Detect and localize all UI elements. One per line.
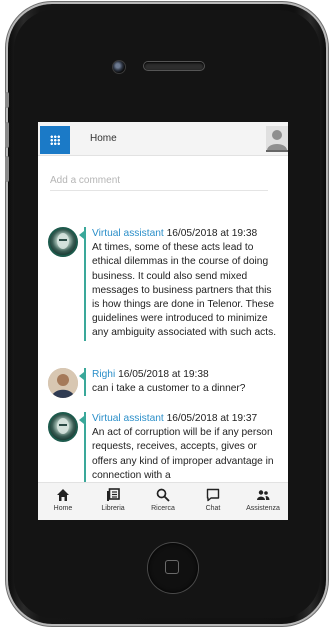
profile-avatar[interactable] <box>266 126 288 152</box>
robot-face-icon <box>57 418 69 434</box>
message-timestamp: 16/05/2018 at 19:38 <box>118 369 209 380</box>
tab-chat[interactable]: Chat <box>188 483 238 520</box>
message-text: can i take a customer to a dinner? <box>92 383 246 395</box>
library-icon <box>107 488 120 501</box>
virtual-assistant-avatar <box>48 227 78 257</box>
tab-label: Ricerca <box>151 505 175 512</box>
chat-icon <box>206 488 220 502</box>
person-icon <box>267 130 287 150</box>
message-bubble: Righi 16/05/2018 at 19:38 can i take a c… <box>79 368 278 397</box>
app-screen: Home Virtual assistant 16/05/2018 at 19:… <box>38 122 288 520</box>
volume-down-button <box>5 156 9 182</box>
user-avatar <box>48 368 78 398</box>
home-square-icon <box>165 560 179 574</box>
volume-up-button <box>5 122 9 148</box>
comment-input[interactable] <box>50 170 268 191</box>
app-header: Home <box>38 122 288 156</box>
earpiece-speaker <box>144 62 204 70</box>
message-timestamp: 16/05/2018 at 19:38 <box>166 228 258 239</box>
message-bubble: Virtual assistant 16/05/2018 at 19:38 At… <box>79 227 278 341</box>
message-text: An act of corruption will be if any pers… <box>92 427 274 481</box>
user-photo-icon <box>48 368 78 398</box>
tab-label: Chat <box>205 505 221 512</box>
grid-icon <box>50 135 60 145</box>
home-icon <box>57 489 69 501</box>
page-title: Home <box>90 133 117 144</box>
tab-libreria[interactable]: Libreria <box>88 483 138 520</box>
message-author: Virtual assistant <box>92 228 164 239</box>
tab-home[interactable]: Home <box>38 483 88 520</box>
tab-label: Libreria <box>101 505 125 512</box>
tab-label: Assistenza <box>246 505 280 512</box>
tab-assistenza[interactable]: Assistenza <box>238 483 288 520</box>
message-timestamp: 16/05/2018 at 19:37 <box>166 413 258 424</box>
message-text: At times, some of these acts lead to eth… <box>92 242 277 339</box>
people-icon <box>257 490 270 500</box>
home-hardware-button[interactable] <box>148 543 198 593</box>
virtual-assistant-avatar <box>48 412 78 442</box>
tab-label: Home <box>53 505 73 512</box>
bottom-tab-bar: Home Libreria Ricerca Chat Assistenza <box>38 482 288 520</box>
search-icon <box>156 488 170 502</box>
front-camera <box>112 60 126 74</box>
robot-face-icon <box>57 233 69 249</box>
message-author: Virtual assistant <box>92 413 164 424</box>
tab-ricerca[interactable]: Ricerca <box>138 483 188 520</box>
mute-switch <box>5 92 9 108</box>
message-bubble: Virtual assistant 16/05/2018 at 19:37 An… <box>79 412 278 484</box>
message-author: Righi <box>92 369 116 380</box>
apps-menu-button[interactable] <box>40 126 70 154</box>
